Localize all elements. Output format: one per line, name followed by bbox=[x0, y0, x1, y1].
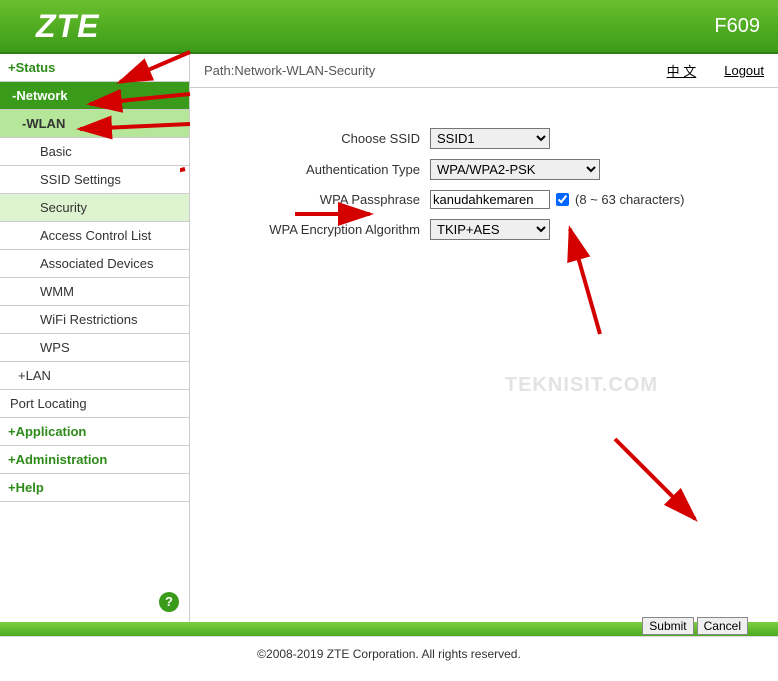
sidebar-label-status: Status bbox=[16, 60, 56, 75]
sidebar-item-acl[interactable]: Access Control List bbox=[0, 222, 189, 250]
sidebar-item-application[interactable]: +Application bbox=[0, 418, 189, 446]
header: ZTE F609 bbox=[0, 0, 778, 54]
sidebar-item-help[interactable]: +Help bbox=[0, 474, 189, 502]
language-link[interactable]: 中 文 bbox=[667, 61, 697, 80]
footer: ©2008-2019 ZTE Corporation. All rights r… bbox=[0, 636, 778, 681]
sidebar-item-wlan[interactable]: -WLAN bbox=[0, 110, 189, 138]
breadcrumb: Path:Network-WLAN-Security bbox=[204, 63, 375, 78]
action-bar: Submit Cancel bbox=[0, 622, 778, 636]
submit-button[interactable]: Submit bbox=[642, 617, 693, 635]
auth-type-select[interactable]: WPA/WPA2-PSK bbox=[430, 159, 600, 180]
main-panel: Path:Network-WLAN-Security 中 文 Logout Ch… bbox=[190, 54, 778, 622]
auth-type-label: Authentication Type bbox=[220, 162, 430, 177]
choose-ssid-select[interactable]: SSID1 bbox=[430, 128, 550, 149]
encryption-select[interactable]: TKIP+AES bbox=[430, 219, 550, 240]
sidebar-item-administration[interactable]: +Administration bbox=[0, 446, 189, 474]
sidebar-item-network[interactable]: -Network bbox=[0, 82, 189, 110]
sidebar-item-wifir[interactable]: WiFi Restrictions bbox=[0, 306, 189, 334]
help-icon[interactable]: ? bbox=[159, 592, 179, 612]
sidebar-label-network: Network bbox=[16, 88, 67, 103]
form-area: Choose SSID SSID1 Authentication Type WP… bbox=[190, 88, 778, 260]
cancel-button[interactable]: Cancel bbox=[697, 617, 748, 635]
sidebar-item-wps[interactable]: WPS bbox=[0, 334, 189, 362]
model-label: F609 bbox=[714, 15, 760, 38]
logout-link[interactable]: Logout bbox=[724, 63, 764, 78]
sidebar-label-wlan: WLAN bbox=[26, 116, 65, 131]
sidebar-item-security[interactable]: Security bbox=[0, 194, 189, 222]
sidebar-item-wmm[interactable]: WMM bbox=[0, 278, 189, 306]
show-password-checkbox[interactable] bbox=[556, 193, 569, 206]
logo: ZTE bbox=[36, 8, 99, 45]
sidebar-label-lan: LAN bbox=[26, 368, 51, 383]
sidebar-help-area: ? bbox=[0, 502, 189, 622]
sidebar-item-associated[interactable]: Associated Devices bbox=[0, 250, 189, 278]
encryption-label: WPA Encryption Algorithm bbox=[220, 222, 430, 237]
sidebar: +Status -Network -WLAN Basic SSID Settin… bbox=[0, 54, 190, 622]
sidebar-item-lan[interactable]: +LAN bbox=[0, 362, 189, 390]
path-bar: Path:Network-WLAN-Security 中 文 Logout bbox=[190, 54, 778, 88]
sidebar-item-basic[interactable]: Basic bbox=[0, 138, 189, 166]
sidebar-label-administration: Administration bbox=[16, 452, 108, 467]
watermark: TEKNISIT.COM bbox=[505, 374, 658, 397]
sidebar-item-ssid[interactable]: SSID Settings bbox=[0, 166, 189, 194]
passphrase-input[interactable] bbox=[430, 190, 550, 209]
passphrase-label: WPA Passphrase bbox=[220, 192, 430, 207]
sidebar-label-help: Help bbox=[16, 480, 44, 495]
arrow-annotation bbox=[610, 434, 710, 534]
sidebar-item-port[interactable]: Port Locating bbox=[0, 390, 189, 418]
sidebar-label-application: Application bbox=[16, 424, 87, 439]
sidebar-item-status[interactable]: +Status bbox=[0, 54, 189, 82]
choose-ssid-label: Choose SSID bbox=[220, 131, 430, 146]
passphrase-hint: (8 ~ 63 characters) bbox=[575, 192, 684, 207]
